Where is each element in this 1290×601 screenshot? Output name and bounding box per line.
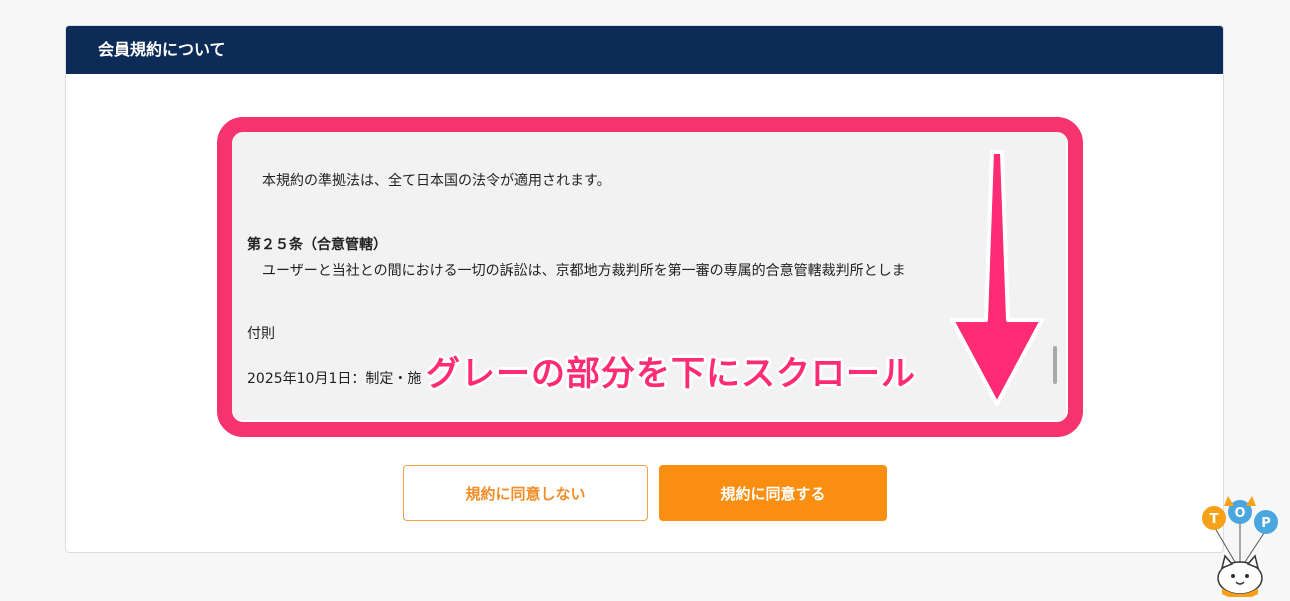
terms-paragraph: 本規約の準拠法は、全て日本国の法令が適用されます。 xyxy=(262,173,611,189)
terms-paragraph: ユーザーと当社との間における一切の訴訟は、京都地方裁判所を第一審の専属的合意管轄… xyxy=(262,263,906,279)
balloon-letter: O xyxy=(1234,506,1245,521)
scroll-instruction: グレーの部分を下にスクロール xyxy=(426,354,916,394)
balloon-letter: T xyxy=(1210,512,1219,527)
supplementary-heading: 付則 xyxy=(247,326,275,342)
disagree-button[interactable]: 規約に同意しない xyxy=(403,465,648,521)
panel-title: 会員規約について xyxy=(66,26,1223,74)
terms-paragraph: 2025年10月1日：制定・施 xyxy=(247,371,422,387)
cat-balloon-icon[interactable]: T O P xyxy=(1200,492,1280,597)
article-heading: 第２５条（合意管轄） xyxy=(247,237,387,253)
agree-button[interactable]: 規約に同意する xyxy=(659,465,887,521)
down-arrow-icon xyxy=(950,150,1044,406)
balloon-letter: P xyxy=(1261,516,1271,531)
scrollbar-thumb[interactable] xyxy=(1053,346,1057,384)
